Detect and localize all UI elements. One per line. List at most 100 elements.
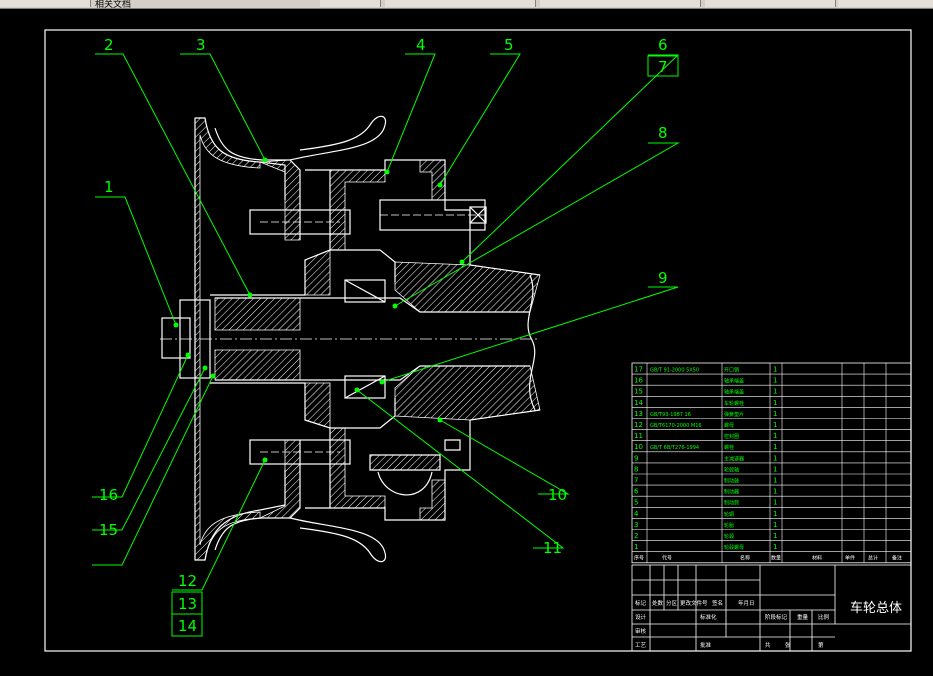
titleblock-scale: 比例 [818,613,830,621]
callout-14: 14 [178,617,197,635]
bom-row-number: 17 [634,366,643,374]
bom-row-qty: 1 [773,510,777,518]
callout-3: 3 [196,36,206,54]
bom-header-code: 代号 [662,555,672,562]
bom-row-number: 4 [634,510,639,518]
bom-row-number: 10 [634,443,643,451]
bom-row-qty: 1 [773,432,777,440]
drawing-title: 车轮总体 [850,600,902,616]
callout-4: 4 [416,36,426,54]
callout-7: 7 [658,58,668,76]
bom-row-standard: GB/T93-1987 16 [650,412,691,418]
callout-15: 15 [99,521,118,539]
titleblock-sheet-total: 共 [765,641,771,649]
bom-row-name: 弹簧垫片 [724,411,744,418]
bom-row-name: 螺栓 [724,444,734,451]
bom-row-number: 14 [634,399,643,407]
titleblock-process: 工艺 [635,642,647,649]
drawing-canvas: 1 2 3 4 5 6 7 8 9 10 11 12 13 14 15 16 1… [44,29,912,652]
bom-row-name: 制动器 [724,489,739,496]
bom-row-qty: 1 [773,521,777,529]
titleblock-sheet-label: 张 [785,641,791,649]
bom-row-qty: 1 [773,366,777,374]
bom-row-qty: 1 [773,477,777,485]
bom-row-name: 轮辋 [724,511,734,518]
callout-6: 6 [658,36,668,54]
titleblock-zone: 分区 [666,599,678,607]
bom-row-number: 6 [634,488,639,496]
bom-row-standard: GB/T 6B/T276-1994 [650,445,699,451]
bom-row-name: 制动鼓 [724,478,739,485]
bom-header-note: 备注 [892,555,902,562]
callout-16: 16 [99,486,118,504]
titleblock-weight: 重量 [797,613,809,621]
bom-row-number: 16 [634,377,643,385]
bom-row-name: 轮毂轴 [724,466,739,473]
bom-row-name: 轴承端盖 [724,389,744,396]
callout-10: 10 [548,486,567,504]
bom-row-number: 1 [634,543,638,551]
bom-row-qty: 1 [773,443,777,451]
bom-row-qty: 1 [773,499,777,507]
bom-row-standard: GB/T 91-2000 5X50 [650,368,699,374]
bom-row-number: 15 [634,388,643,396]
bom-row-qty: 1 [773,377,777,385]
callout-12: 12 [178,572,197,590]
bom-header-name: 名称 [740,555,750,562]
bom-row-number: 13 [634,410,643,418]
bom-row-name: 开口销 [724,367,739,374]
bom-row-number: 12 [634,421,643,429]
bom-row-number: 7 [634,477,638,485]
bom-row-name: 密封圈 [724,433,739,440]
bom-row-number: 3 [634,521,638,529]
bom-row-qty: 1 [773,454,777,462]
bom-row-number: 5 [634,499,638,507]
bom-row-qty: 1 [773,488,777,496]
bom-row-qty: 1 [773,410,777,418]
titleblock-approve: 批准 [700,641,712,649]
callout-13: 13 [178,595,197,613]
callout-5: 5 [504,36,514,54]
titleblock-standard: 标准化 [700,613,717,621]
callout-1: 1 [104,178,114,196]
titleblock-mark: 标记 [635,599,647,607]
bom-row-qty: 1 [773,532,777,540]
bom-header-weight-total: 总计 [868,555,878,562]
titleblock-sheet-no: 第 [818,641,824,649]
bom-row-name: 车轮螺栓 [724,400,744,407]
callout-2: 2 [104,36,114,54]
bom-row-number: 11 [634,432,643,440]
titleblock-sign: 签名 [712,599,723,607]
bom-row-standard: GB/T6170-2000 M16 [650,423,702,429]
titleblock-design: 设计 [635,613,647,621]
callout-11: 11 [543,539,562,557]
bom-row-name: 轮毂 [724,533,734,540]
bom-row-qty: 1 [773,388,777,396]
titleblock-review: 审核 [635,627,647,635]
bom-header-material: 材料 [812,555,822,562]
bom-header-qty: 数量 [771,555,781,562]
bom-header-no: 序号 [634,555,644,562]
bom-row-number: 2 [634,532,638,540]
bom-row-number: 8 [634,465,638,473]
titleblock-stage: 阶段标记 [765,613,788,621]
bom-row-number: 9 [634,454,638,462]
bom-row-name: 主减速器 [724,455,744,462]
bom-header-weight-single: 单件 [845,555,855,562]
titleblock-change-doc: 更改文件号 [680,599,708,607]
bom-row-qty: 1 [773,543,777,551]
callout-8: 8 [658,124,668,142]
bom-row-qty: 1 [773,399,777,407]
bom-row-name: 轴承端盖 [724,378,744,385]
bom-row-name: 轮胎 [724,522,734,529]
titleblock-count: 处数 [652,599,664,607]
titleblock-date: 年月日 [738,599,755,607]
bom-row-name: 轮毂螺母 [724,544,744,551]
wheel-section-drawing [160,115,541,563]
bom-row-qty: 1 [773,465,777,473]
bom-row-qty: 1 [773,421,777,429]
bom-row-name: 制动蹄 [724,500,739,507]
bom-table: 17 GB/T 91-2000 5X50 开口销 116 轴承端盖 115 轴承端盖 114 车… [631,362,912,564]
bom-row-name: 螺母 [724,422,734,429]
callout-9: 9 [658,269,668,287]
